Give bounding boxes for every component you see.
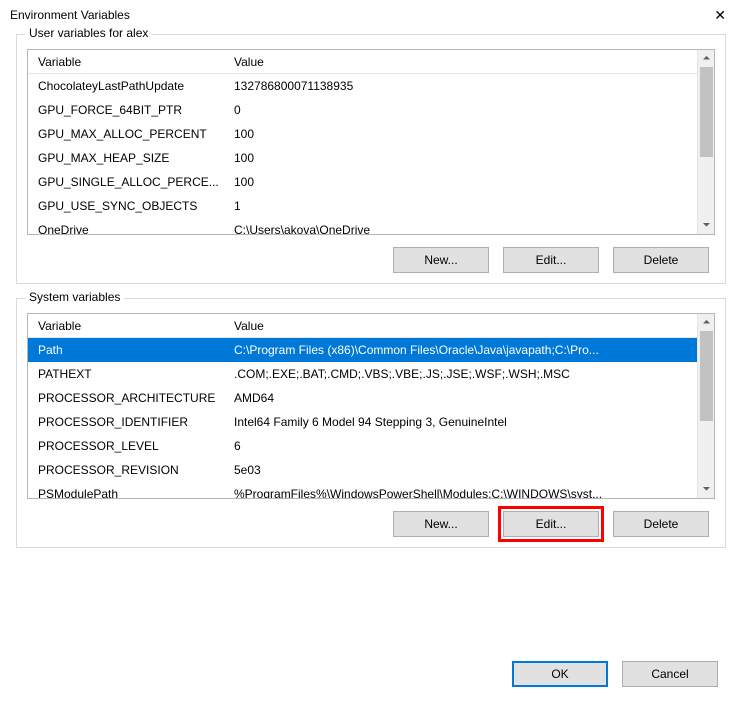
cell-value: 0 <box>228 103 714 117</box>
cell-variable: PATHEXT <box>28 367 228 381</box>
cell-value: C:\Users\akova\OneDrive <box>228 223 714 235</box>
system-delete-button[interactable]: Delete <box>613 511 709 537</box>
content: User variables for alex Variable Value C… <box>0 30 742 655</box>
cancel-button[interactable]: Cancel <box>622 661 718 687</box>
user-variables-group: User variables for alex Variable Value C… <box>16 34 726 284</box>
table-row[interactable]: GPU_USE_SYNC_OBJECTS1 <box>28 194 714 218</box>
table-row[interactable]: PROCESSOR_ARCHITECTUREAMD64 <box>28 386 714 410</box>
user-button-row: New... Edit... Delete <box>27 235 715 273</box>
scroll-down-icon[interactable]: ⏷ <box>698 481 715 498</box>
user-scrollbar[interactable]: ⏶ ⏷ <box>697 50 714 234</box>
cell-variable: PSModulePath <box>28 487 228 499</box>
cell-value: AMD64 <box>228 391 714 405</box>
cell-variable: PROCESSOR_ARCHITECTURE <box>28 391 228 405</box>
cell-value: 5e03 <box>228 463 714 477</box>
cell-value: .COM;.EXE;.BAT;.CMD;.VBS;.VBE;.JS;.JSE;.… <box>228 367 714 381</box>
table-row[interactable]: GPU_MAX_HEAP_SIZE100 <box>28 146 714 170</box>
cell-variable: ChocolateyLastPathUpdate <box>28 79 228 93</box>
cell-variable: PROCESSOR_LEVEL <box>28 439 228 453</box>
system-list-header: Variable Value <box>28 314 714 338</box>
env-vars-dialog: Environment Variables ✕ User variables f… <box>0 0 742 703</box>
cell-variable: GPU_FORCE_64BIT_PTR <box>28 103 228 117</box>
user-listview[interactable]: Variable Value ChocolateyLastPathUpdate1… <box>27 49 715 235</box>
table-row[interactable]: PROCESSOR_LEVEL6 <box>28 434 714 458</box>
cell-value: %ProgramFiles%\WindowsPowerShell\Modules… <box>228 487 714 499</box>
table-row[interactable]: PROCESSOR_REVISION5e03 <box>28 458 714 482</box>
system-edit-button[interactable]: Edit... <box>503 511 599 537</box>
system-new-button[interactable]: New... <box>393 511 489 537</box>
window-title: Environment Variables <box>10 8 130 22</box>
col-value[interactable]: Value <box>228 55 714 69</box>
cell-value: C:\Program Files (x86)\Common Files\Orac… <box>228 343 714 357</box>
system-variables-group: System variables Variable Value PathC:\P… <box>16 298 726 548</box>
user-group-legend: User variables for alex <box>25 26 152 40</box>
cell-variable: GPU_USE_SYNC_OBJECTS <box>28 199 228 213</box>
table-row[interactable]: GPU_FORCE_64BIT_PTR0 <box>28 98 714 122</box>
system-group-legend: System variables <box>25 290 124 304</box>
system-listview[interactable]: Variable Value PathC:\Program Files (x86… <box>27 313 715 499</box>
cell-variable: OneDrive <box>28 223 228 235</box>
cell-value: 100 <box>228 127 714 141</box>
user-new-button[interactable]: New... <box>393 247 489 273</box>
user-list-header: Variable Value <box>28 50 714 74</box>
dialog-footer: OK Cancel <box>0 655 742 703</box>
table-row[interactable]: PathC:\Program Files (x86)\Common Files\… <box>28 338 714 362</box>
user-edit-button[interactable]: Edit... <box>503 247 599 273</box>
table-row[interactable]: PATHEXT.COM;.EXE;.BAT;.CMD;.VBS;.VBE;.JS… <box>28 362 714 386</box>
col-variable[interactable]: Variable <box>28 319 228 333</box>
table-row[interactable]: PROCESSOR_IDENTIFIERIntel64 Family 6 Mod… <box>28 410 714 434</box>
cell-value: 100 <box>228 175 714 189</box>
table-row[interactable]: GPU_SINGLE_ALLOC_PERCE...100 <box>28 170 714 194</box>
cell-value: Intel64 Family 6 Model 94 Stepping 3, Ge… <box>228 415 714 429</box>
table-row[interactable]: OneDriveC:\Users\akova\OneDrive <box>28 218 714 235</box>
cell-variable: GPU_SINGLE_ALLOC_PERCE... <box>28 175 228 189</box>
col-variable[interactable]: Variable <box>28 55 228 69</box>
system-button-row: New... Edit... Delete <box>27 499 715 537</box>
cell-value: 132786800071138935 <box>228 79 714 93</box>
scroll-up-icon[interactable]: ⏶ <box>698 314 715 331</box>
ok-button[interactable]: OK <box>512 661 608 687</box>
cell-value: 1 <box>228 199 714 213</box>
scroll-down-icon[interactable]: ⏷ <box>698 217 715 234</box>
cell-variable: Path <box>28 343 228 357</box>
table-row[interactable]: GPU_MAX_ALLOC_PERCENT100 <box>28 122 714 146</box>
table-row[interactable]: ChocolateyLastPathUpdate1327868000711389… <box>28 74 714 98</box>
system-scrollbar[interactable]: ⏶ ⏷ <box>697 314 714 498</box>
cell-variable: PROCESSOR_REVISION <box>28 463 228 477</box>
cell-variable: PROCESSOR_IDENTIFIER <box>28 415 228 429</box>
cell-variable: GPU_MAX_ALLOC_PERCENT <box>28 127 228 141</box>
scroll-thumb[interactable] <box>700 67 713 157</box>
cell-variable: GPU_MAX_HEAP_SIZE <box>28 151 228 165</box>
cell-value: 100 <box>228 151 714 165</box>
close-icon[interactable]: ✕ <box>710 8 730 22</box>
cell-value: 6 <box>228 439 714 453</box>
col-value[interactable]: Value <box>228 319 714 333</box>
user-delete-button[interactable]: Delete <box>613 247 709 273</box>
scroll-up-icon[interactable]: ⏶ <box>698 50 715 67</box>
scroll-thumb[interactable] <box>700 331 713 421</box>
table-row[interactable]: PSModulePath%ProgramFiles%\WindowsPowerS… <box>28 482 714 499</box>
